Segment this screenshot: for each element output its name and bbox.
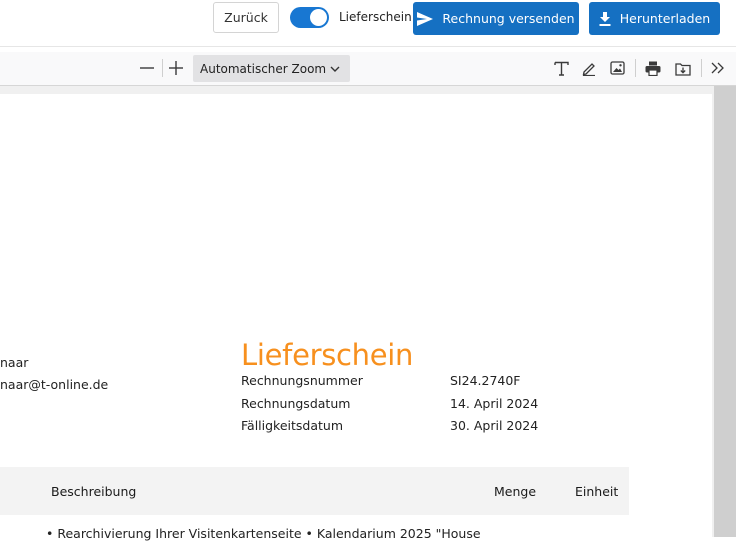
due-date-value: 30. April 2024: [450, 418, 539, 433]
due-date-label: Fälligkeitsdatum: [241, 418, 344, 433]
items-table-header: Beschreibung Menge Einheit: [0, 467, 629, 515]
action-bar: Zurück Lieferschein Rechnung versenden H…: [0, 0, 736, 47]
pdf-viewer: naar naar@t-online.de Lieferschein Rechn…: [0, 86, 736, 541]
send-icon: [417, 11, 434, 26]
toggle-knob: [310, 9, 327, 26]
download-icon: [599, 11, 611, 26]
toolbar-divider: [162, 59, 163, 77]
table-row-description: • Rearchivierung Ihrer Visitenkartenseit…: [46, 526, 481, 541]
save-icon[interactable]: [671, 56, 695, 80]
download-button[interactable]: Herunterladen: [589, 2, 720, 35]
vertical-scrollbar[interactable]: [714, 86, 736, 537]
draw-tool-icon[interactable]: [577, 56, 601, 80]
column-header-unit: Einheit: [575, 484, 619, 499]
zoom-out-icon[interactable]: [135, 56, 159, 80]
invoice-number-label: Rechnungsnummer: [241, 373, 363, 388]
chevron-down-icon: [330, 66, 340, 72]
zoom-select[interactable]: Automatischer Zoom: [193, 55, 350, 82]
invoice-date-value: 14. April 2024: [450, 396, 539, 411]
column-header-quantity: Menge: [494, 484, 537, 499]
back-button[interactable]: Zurück: [213, 2, 279, 33]
zoom-in-icon[interactable]: [164, 56, 188, 80]
lieferschein-toggle[interactable]: [290, 7, 329, 28]
invoice-number-value: SI24.2740F: [450, 373, 521, 388]
recipient-email: naar@t-online.de: [0, 377, 109, 392]
image-tool-icon[interactable]: [605, 56, 629, 80]
toggle-label: Lieferschein: [339, 10, 412, 24]
text-tool-icon[interactable]: [549, 56, 573, 80]
more-tools-icon[interactable]: [706, 56, 730, 80]
document-title: Lieferschein: [241, 338, 414, 372]
column-header-description: Beschreibung: [51, 484, 137, 499]
pdf-toolbar: Automatischer Zoom: [0, 52, 736, 86]
print-icon[interactable]: [641, 56, 665, 80]
send-invoice-button[interactable]: Rechnung versenden: [413, 2, 579, 35]
toolbar-divider: [701, 59, 702, 77]
zoom-select-value: Automatischer Zoom: [200, 61, 327, 76]
pdf-page: naar naar@t-online.de Lieferschein Rechn…: [0, 94, 712, 541]
download-label: Herunterladen: [619, 11, 711, 26]
toolbar-divider: [635, 59, 636, 77]
recipient-name: naar: [0, 355, 29, 370]
invoice-date-label: Rechnungsdatum: [241, 396, 351, 411]
send-invoice-label: Rechnung versenden: [442, 11, 575, 26]
